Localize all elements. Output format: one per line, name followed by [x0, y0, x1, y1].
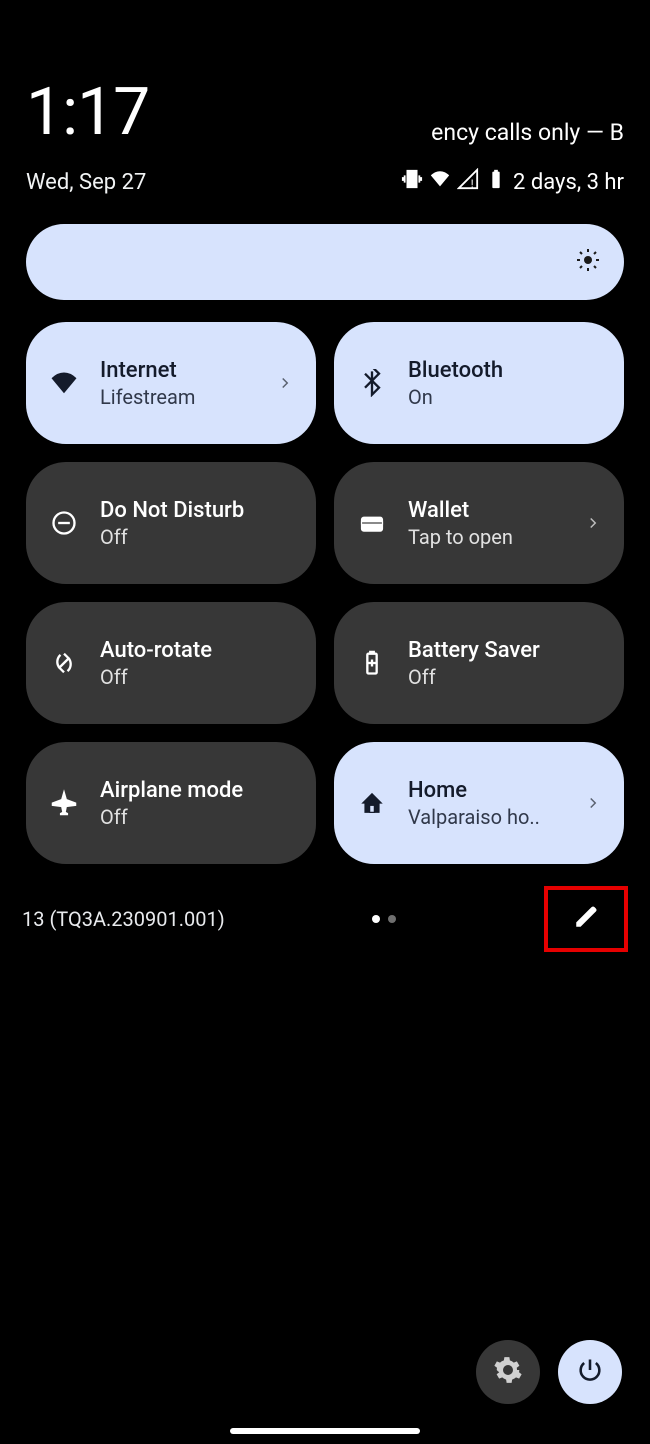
bluetooth-icon [354, 369, 390, 397]
tile-title: Wallet [408, 498, 566, 523]
tile-title: Do Not Disturb [100, 498, 296, 523]
tile-subtitle: On [408, 385, 604, 409]
status-date: Wed, Sep 27 [26, 170, 146, 195]
tile-subtitle: Tap to open [408, 525, 566, 549]
status-icons: ! 2 days, 3 hr [401, 168, 624, 196]
airplane-icon [46, 789, 82, 817]
tile-title: Internet [100, 358, 258, 383]
battery-icon [485, 168, 507, 196]
tile-title: Bluetooth [408, 358, 604, 383]
tile-home[interactable]: HomeValparaiso ho.. [334, 742, 624, 864]
clock-time: 1:17 [26, 80, 149, 146]
nav-pill[interactable] [230, 1428, 420, 1434]
status-header: 1:17 ency calls only — B Wed, Sep 27 ! 2… [0, 0, 650, 196]
wifi-icon [429, 168, 451, 196]
power-icon [576, 1356, 604, 1388]
highlight-box [544, 886, 628, 952]
tile-title: Battery Saver [408, 638, 604, 663]
tile-subtitle: Off [100, 665, 296, 689]
wallet-icon [354, 509, 390, 537]
tile-subtitle: Valparaiso ho.. [408, 805, 566, 829]
gear-icon [493, 1355, 523, 1389]
battery-icon [354, 649, 390, 677]
home-icon [354, 789, 390, 817]
power-button[interactable] [558, 1340, 622, 1404]
tile-airplane[interactable]: Airplane modeOff [26, 742, 316, 864]
settings-button[interactable] [476, 1340, 540, 1404]
qs-tiles: InternetLifestreamBluetoothOnDo Not Dist… [26, 322, 624, 864]
page-indicator[interactable] [372, 915, 396, 923]
tile-wifi[interactable]: InternetLifestream [26, 322, 316, 444]
rotate-icon [46, 649, 82, 677]
tile-title: Auto-rotate [100, 638, 296, 663]
pencil-icon [573, 904, 599, 934]
build-number: 13 (TQ3A.230901.001) [22, 907, 225, 931]
edit-button[interactable] [566, 899, 606, 939]
page-dot[interactable] [388, 915, 396, 923]
tile-dnd[interactable]: Do Not DisturbOff [26, 462, 316, 584]
chevron-right-icon [276, 374, 296, 392]
chevron-right-icon [584, 514, 604, 532]
tile-subtitle: Off [100, 525, 296, 549]
battery-label: 2 days, 3 hr [513, 170, 624, 195]
dnd-icon [46, 509, 82, 537]
chevron-right-icon [584, 794, 604, 812]
svg-text:!: ! [471, 177, 474, 190]
wifi-icon [46, 369, 82, 397]
tile-battery[interactable]: Battery SaverOff [334, 602, 624, 724]
tile-subtitle: Lifestream [100, 385, 258, 409]
signal-icon: ! [457, 168, 479, 196]
vibrate-icon [401, 168, 423, 196]
page-dot[interactable] [372, 915, 380, 923]
tile-title: Airplane mode [100, 778, 296, 803]
brightness-slider[interactable] [26, 224, 624, 300]
brightness-icon [576, 248, 600, 276]
carrier-text: ency calls only — B [431, 119, 624, 146]
tile-rotate[interactable]: Auto-rotateOff [26, 602, 316, 724]
tile-subtitle: Off [100, 805, 296, 829]
tile-subtitle: Off [408, 665, 604, 689]
tile-bluetooth[interactable]: BluetoothOn [334, 322, 624, 444]
tile-wallet[interactable]: WalletTap to open [334, 462, 624, 584]
tile-title: Home [408, 778, 566, 803]
